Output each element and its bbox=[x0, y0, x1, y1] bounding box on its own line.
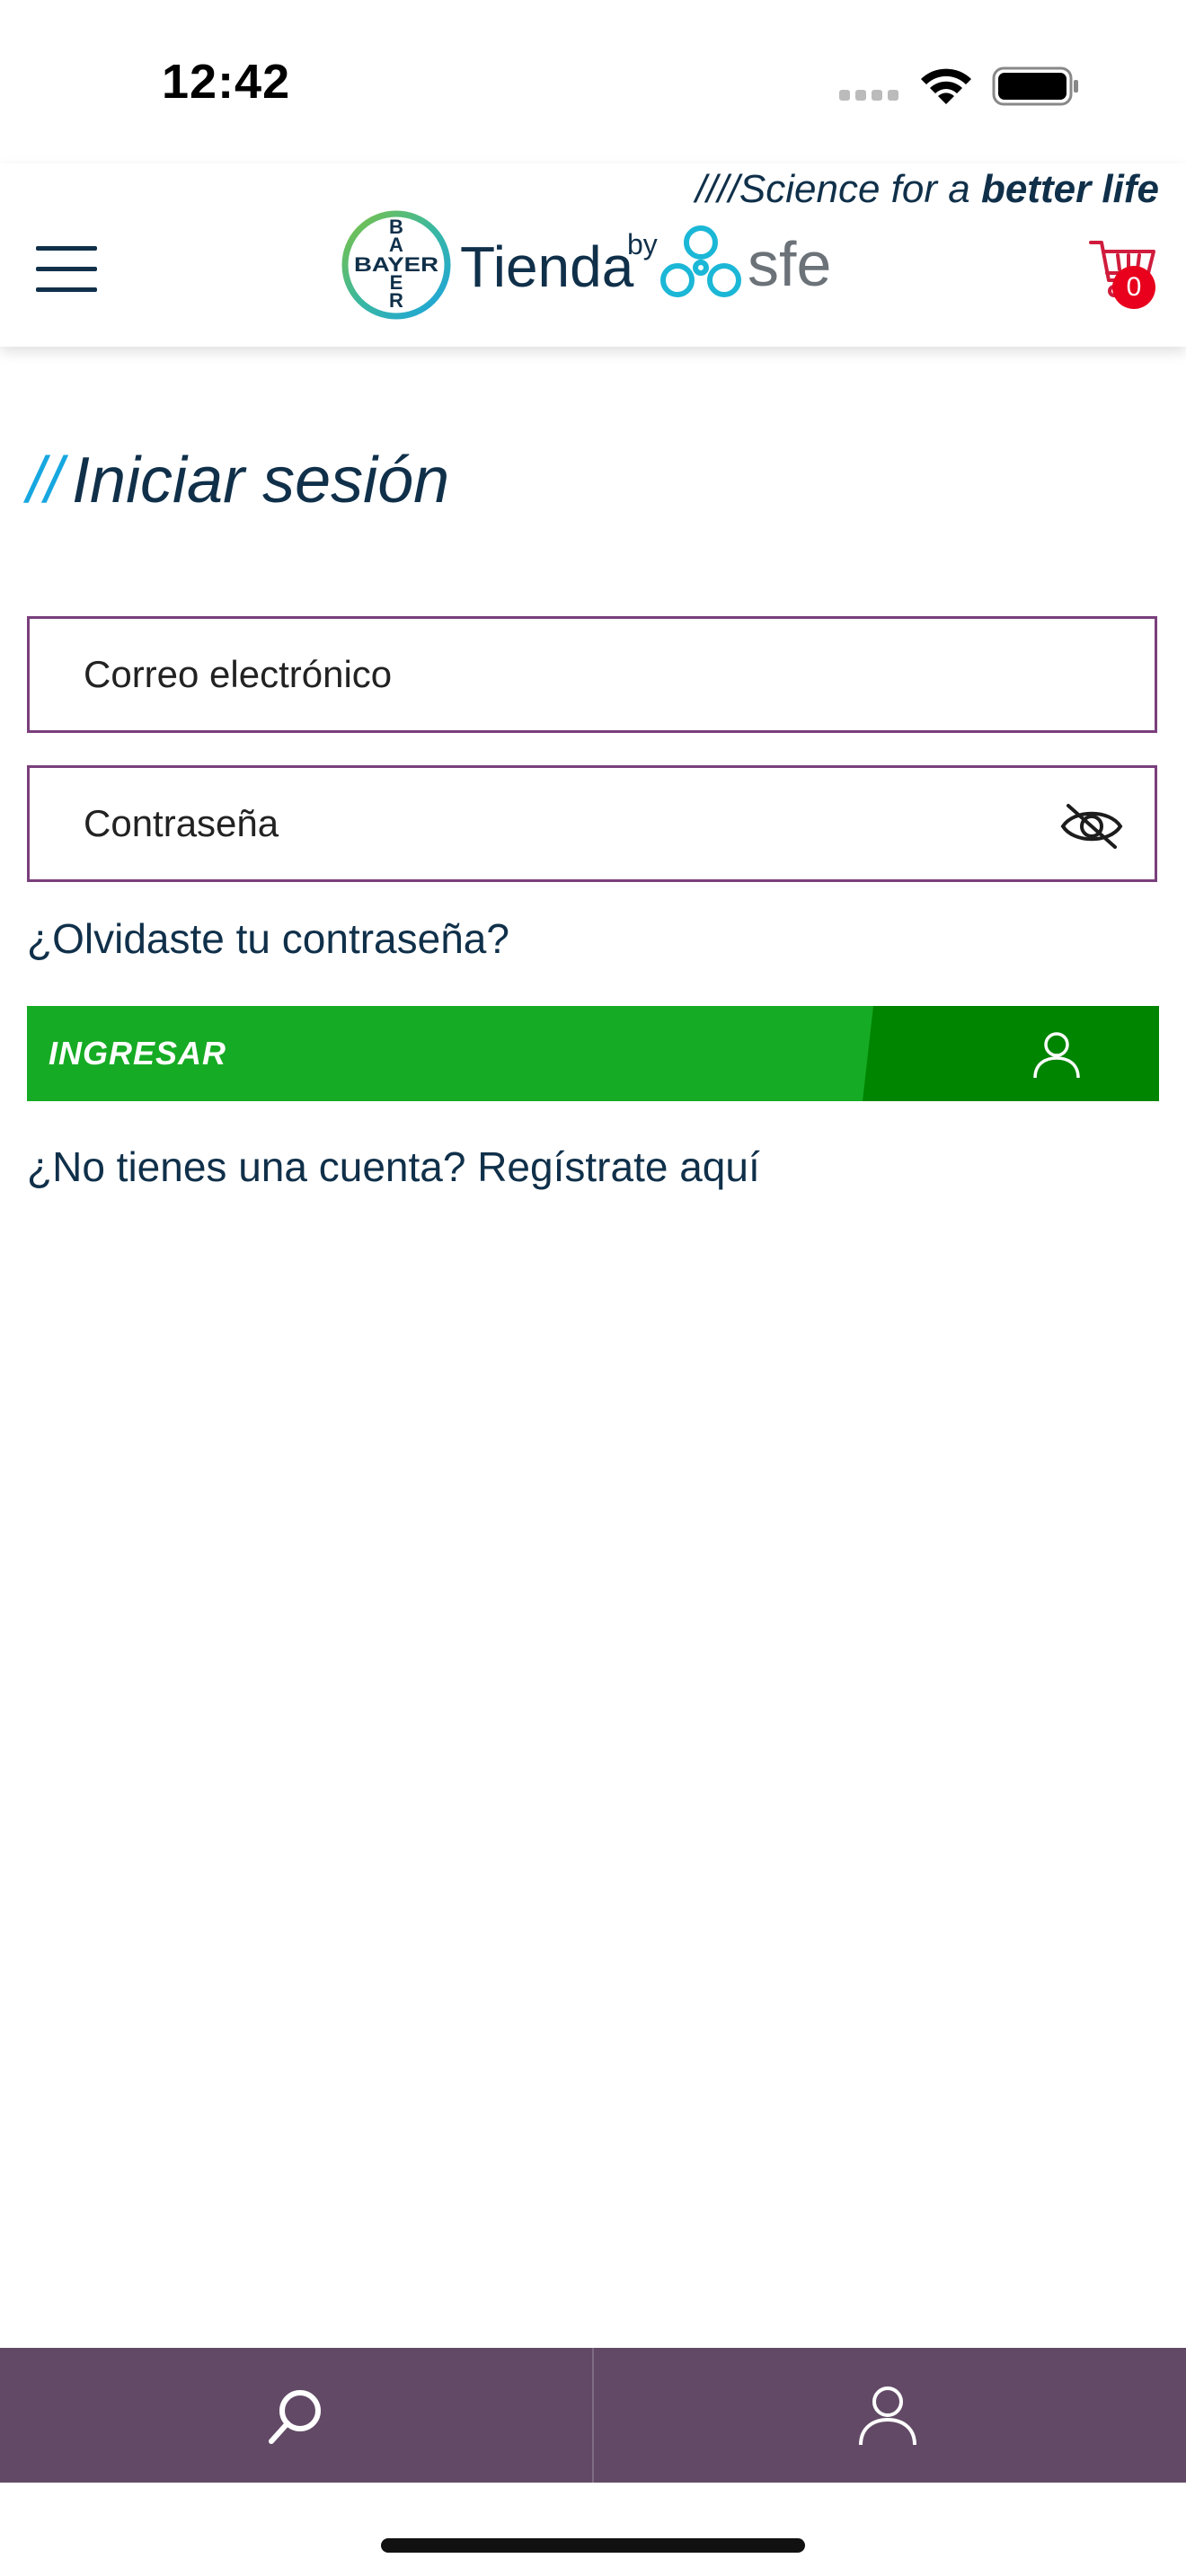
header-tagline: ////Science for a better life bbox=[695, 167, 1159, 212]
cellular-signal-icon bbox=[839, 90, 898, 101]
eye-slash-icon[interactable] bbox=[1059, 800, 1124, 852]
logo-text: Tienda bbox=[460, 234, 634, 299]
cart-count-badge: 0 bbox=[1112, 266, 1155, 309]
email-input[interactable] bbox=[84, 619, 1036, 730]
wifi-icon bbox=[921, 68, 971, 104]
sfe-logo-icon bbox=[660, 225, 741, 297]
battery-icon bbox=[992, 66, 1078, 106]
tagline-prefix: ////Science for a bbox=[695, 167, 981, 211]
login-button[interactable]: INGRESAR bbox=[27, 1006, 1159, 1101]
title-text: Iniciar sesión bbox=[72, 445, 450, 516]
page-title: //Iniciar sesión bbox=[27, 444, 449, 517]
bayer-logo-icon: B A E R BAYER bbox=[341, 210, 451, 320]
password-field[interactable] bbox=[27, 765, 1157, 882]
home-indicator bbox=[381, 2538, 805, 2553]
title-slashes: // bbox=[27, 445, 64, 516]
search-icon bbox=[269, 2390, 321, 2444]
forgot-password-link[interactable]: ¿Olvidaste tu contraseña? bbox=[27, 914, 509, 963]
nav-search-tab[interactable] bbox=[0, 2348, 592, 2483]
user-icon bbox=[859, 2386, 916, 2446]
login-button-label: INGRESAR bbox=[49, 1035, 227, 1072]
nav-account-tab[interactable] bbox=[594, 2348, 1186, 2483]
bottom-navigation bbox=[0, 2348, 1186, 2483]
logo-by: by bbox=[627, 228, 658, 260]
register-link[interactable]: ¿No tienes una cuenta? Regístrate aquí bbox=[27, 1142, 760, 1191]
svg-text:BAYER: BAYER bbox=[354, 253, 438, 276]
tagline-bold: better life bbox=[980, 167, 1159, 211]
login-button-icon-area bbox=[863, 1006, 1159, 1101]
password-input[interactable] bbox=[84, 768, 1036, 879]
email-field[interactable] bbox=[27, 616, 1157, 733]
status-time: 12:42 bbox=[162, 55, 291, 109]
hamburger-menu-icon[interactable] bbox=[36, 246, 97, 308]
store-logo[interactable]: B A E R BAYER Tienda by sfe bbox=[341, 208, 845, 320]
user-icon bbox=[1033, 1032, 1080, 1079]
logo-partner: sfe bbox=[748, 229, 832, 299]
svg-text:R: R bbox=[389, 289, 403, 312]
